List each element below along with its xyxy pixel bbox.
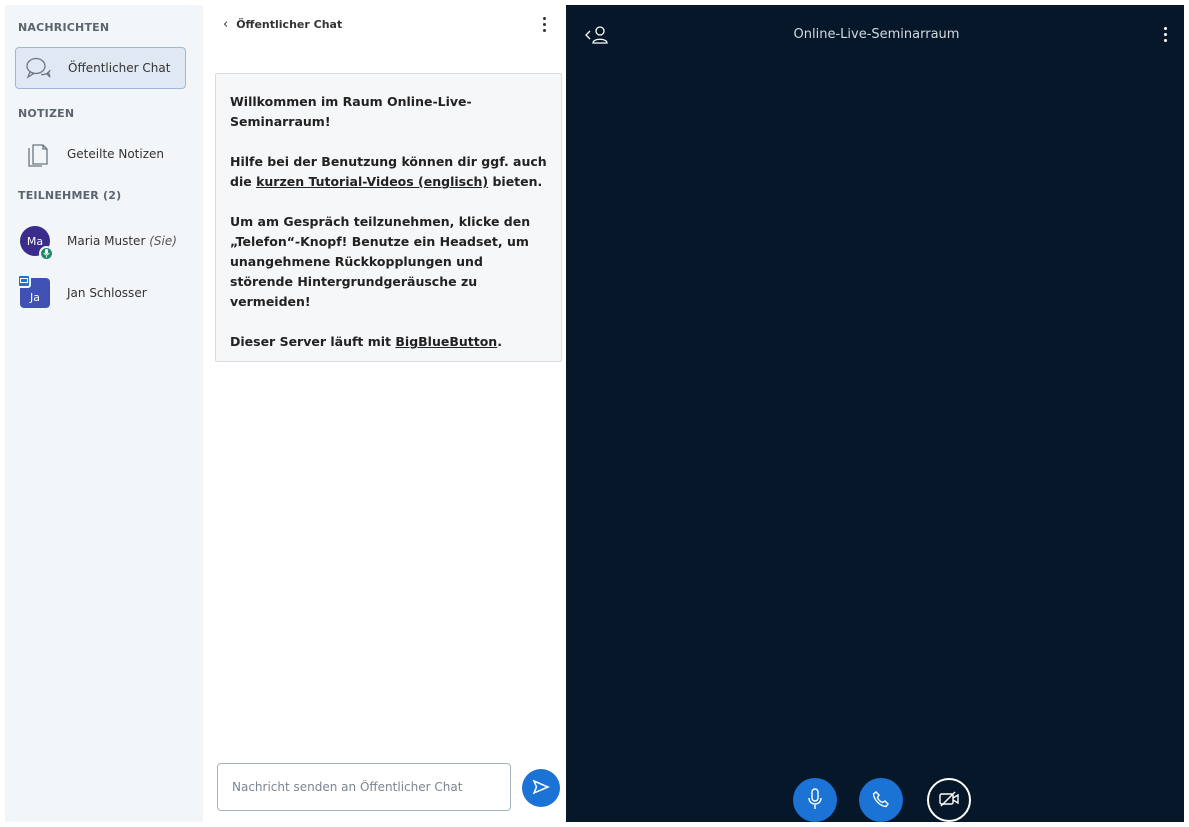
notes-icon	[23, 139, 53, 169]
welcome-line: Willkommen im Raum Online-Live-Seminarra…	[230, 92, 547, 132]
meeting-title: Online-Live-Seminarraum	[793, 27, 960, 42]
kebab-dot	[542, 23, 546, 26]
bigbluebutton-link[interactable]: BigBlueButton	[395, 334, 497, 349]
kebab-dot	[542, 17, 546, 20]
server-line: Dieser Server läuft mit BigBlueButton.	[230, 332, 547, 352]
chat-panel: ‹ Öffentlicher Chat Willkommen im Raum O…	[203, 5, 566, 822]
avatar: Ja	[17, 274, 50, 308]
message-input[interactable]	[217, 763, 511, 811]
chat-header: ‹ Öffentlicher Chat	[203, 5, 566, 49]
kebab-dot	[1163, 27, 1167, 30]
server-prefix: Dieser Server läuft mit	[230, 334, 396, 349]
participants-section-title: TEILNEHMER (2)	[18, 189, 122, 202]
participant-name: Maria Muster (Sie)	[67, 234, 177, 248]
presentation-area: Online-Live-Seminarraum	[566, 5, 1187, 822]
participant-name: Jan Schlosser	[67, 286, 147, 300]
avatar: Ma	[20, 226, 54, 261]
welcome-suffix: !	[324, 114, 331, 129]
help-line: Hilfe bei der Benutzung können dir ggf. …	[230, 152, 547, 192]
participant-row[interactable]: Ma Maria Muster (Sie)	[20, 221, 196, 261]
avatar-initials: Ja	[30, 290, 40, 304]
shared-notes-item[interactable]: Geteilte Notizen	[15, 133, 186, 175]
chat-options-button[interactable]	[540, 17, 548, 37]
kebab-dot	[1163, 39, 1167, 42]
help-suffix: bieten.	[488, 174, 543, 189]
hide-chat-button[interactable]: ‹ Öffentlicher Chat	[223, 17, 342, 32]
options-menu-button[interactable]	[1161, 27, 1169, 47]
participant-name-text: Maria Muster	[67, 234, 146, 248]
phone-icon	[872, 790, 890, 811]
avatar-initials: Ma	[26, 234, 44, 248]
notes-section-title: NOTIZEN	[18, 107, 75, 120]
chevron-left-icon: ‹	[223, 17, 229, 32]
server-suffix: .	[497, 334, 502, 349]
join-instructions: Um am Gespräch teilzunehmen, klicke den …	[230, 214, 531, 309]
microphone-button[interactable]	[793, 778, 837, 822]
participant-row[interactable]: Ja Jan Schlosser	[17, 273, 196, 313]
kebab-dot	[542, 29, 546, 32]
leave-audio-button[interactable]	[859, 778, 903, 822]
kebab-dot	[1163, 33, 1167, 36]
send-message-button[interactable]	[522, 769, 560, 807]
camera-off-icon	[938, 790, 960, 811]
public-chat-item[interactable]: Öffentlicher Chat	[15, 47, 186, 89]
chat-bubbles-icon	[24, 53, 54, 83]
send-icon	[532, 779, 550, 798]
self-indicator: (Sie)	[149, 234, 177, 248]
public-chat-label: Öffentlicher Chat	[68, 61, 171, 75]
welcome-message: Willkommen im Raum Online-Live-Seminarra…	[215, 73, 562, 362]
chat-title: Öffentlicher Chat	[236, 18, 343, 31]
welcome-prefix: Willkommen im Raum	[230, 94, 387, 109]
messages-section-title: NACHRICHTEN	[18, 21, 110, 34]
share-webcam-button[interactable]	[927, 778, 971, 822]
user-list-panel: NACHRICHTEN Öffentlicher Chat NOTIZEN Ge…	[5, 5, 203, 822]
presenter-icon	[17, 274, 31, 288]
microphone-icon	[807, 787, 823, 813]
shared-notes-label: Geteilte Notizen	[67, 147, 164, 161]
tutorial-videos-link[interactable]: kurzen Tutorial-Videos (englisch)	[256, 174, 488, 189]
microphone-icon	[39, 246, 54, 261]
